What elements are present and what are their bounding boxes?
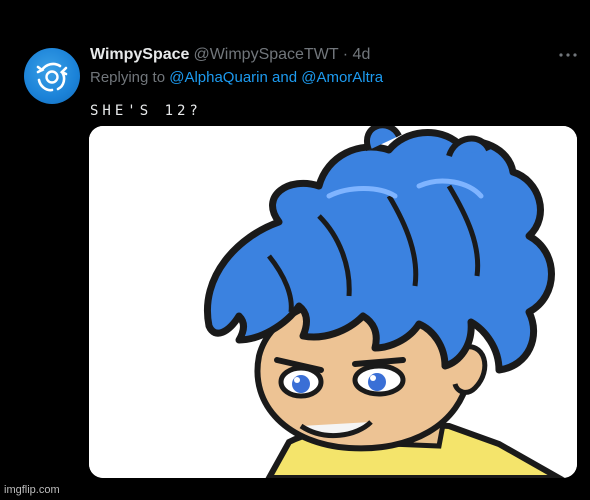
display-name[interactable]: WimpySpace xyxy=(90,46,189,63)
cartoon-character-image xyxy=(89,126,577,478)
stylized-logo-icon xyxy=(36,62,68,92)
imgflip-watermark: imgflip.com xyxy=(4,484,60,496)
mention-link[interactable]: @AlphaQuarin xyxy=(169,69,268,86)
separator-dot: · xyxy=(342,46,349,63)
more-options-icon[interactable] xyxy=(557,48,579,62)
avatar[interactable] xyxy=(24,48,80,104)
reply-conjunction: and xyxy=(272,69,298,86)
reply-prefix: Replying to xyxy=(90,69,166,86)
user-handle[interactable]: @WimpySpaceTWT xyxy=(193,46,338,63)
tweet-text: SHE'S 12? xyxy=(90,103,202,119)
reply-context: Replying to @AlphaQuarin and @AmorAltra xyxy=(90,68,383,88)
timestamp[interactable]: 4d xyxy=(353,46,371,63)
mention-link[interactable]: @AmorAltra xyxy=(301,69,383,86)
tweet-header: WimpySpace @WimpySpaceTWT · 4d xyxy=(90,45,370,65)
screenshot-root: WimpySpace @WimpySpaceTWT · 4d Replying t… xyxy=(0,0,590,500)
tweet-media-image[interactable] xyxy=(89,126,577,478)
